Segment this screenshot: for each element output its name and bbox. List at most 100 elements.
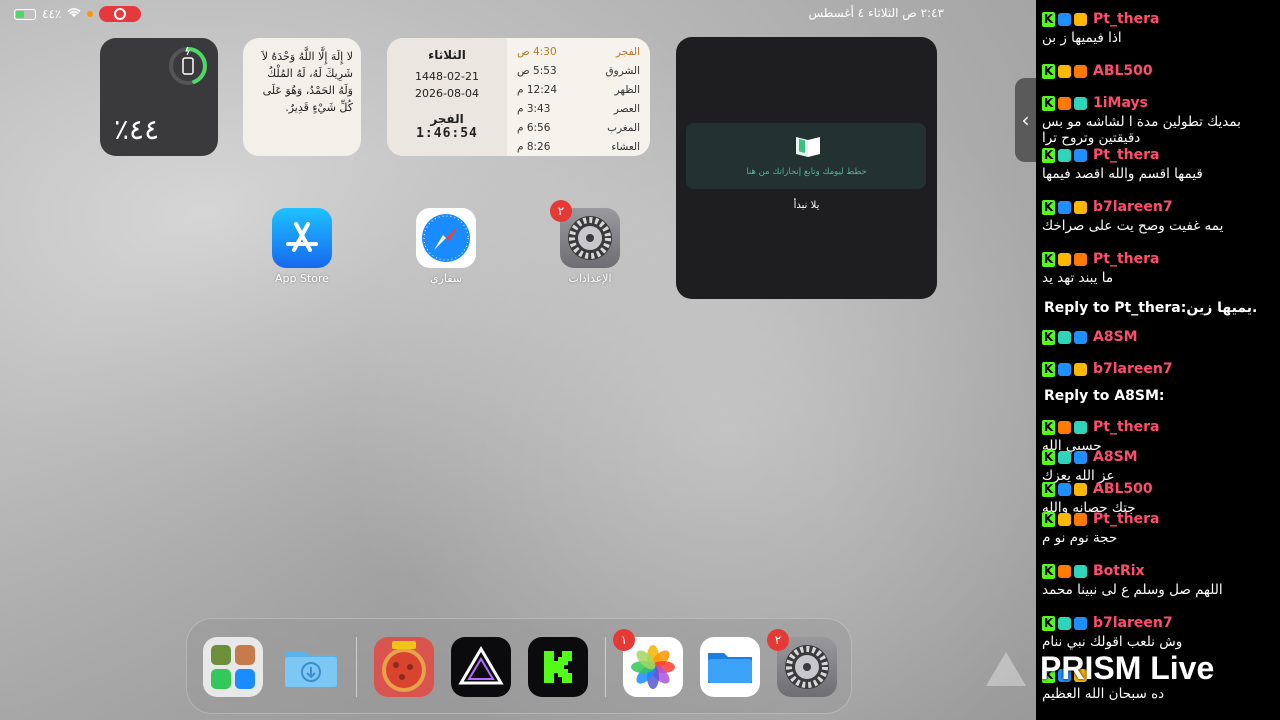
prayer-name: العصر xyxy=(613,102,640,115)
settings-app[interactable]: ٢ الإعدادات xyxy=(550,200,630,285)
kick-icon: K xyxy=(1042,449,1055,465)
chat-username[interactable]: Pt_thera xyxy=(1093,511,1159,527)
chat-message: Kb7lareen7 xyxy=(1042,358,1272,380)
battery-percent: ٤٤٪ xyxy=(42,7,62,21)
prism-watermark: PRISM Live xyxy=(986,650,1214,687)
status-left: ٤٤٪ xyxy=(14,6,142,22)
user-badge-icon xyxy=(1058,450,1071,464)
kick-icon: K xyxy=(1042,329,1055,345)
prism-live-icon[interactable] xyxy=(451,637,511,697)
hijri-date: 1448-02-21 xyxy=(415,70,479,83)
chat-username[interactable]: ABL500 xyxy=(1093,63,1153,79)
user-badge-icon xyxy=(1058,362,1071,376)
chat-username[interactable]: A8SM xyxy=(1093,449,1138,465)
chat-username[interactable]: Pt_thera xyxy=(1093,419,1159,435)
message-header: K 1iMays xyxy=(1042,92,1272,114)
pizza-game-icon[interactable] xyxy=(374,637,434,697)
chat-username[interactable]: Pt_thera xyxy=(1093,11,1159,27)
message-header: Kb7lareen7 xyxy=(1042,358,1272,380)
chat-username[interactable]: b7lareen7 xyxy=(1093,615,1173,631)
chat-text: ما يبند تهد يد xyxy=(1042,270,1114,286)
user-badge-icon xyxy=(1058,330,1071,344)
chat-username[interactable]: b7lareen7 xyxy=(1093,199,1173,215)
kick-icon: K xyxy=(1042,615,1055,631)
ipad-screen: ٤٤٪ ٢:٤٣ ص الثلاثاء ٤ أغسطس ٤٤٪ لا إِلَه… xyxy=(0,0,1036,720)
chat-text: بمديك تطولين مدة ا لشاشه مو بس دقيقتين و… xyxy=(1042,114,1241,146)
dhikr-widget[interactable]: لا إِلَهَ إِلَّا اللَّهُ وَحْدَهُ لاَ شَ… xyxy=(243,38,361,156)
user-badge-icon xyxy=(1058,252,1071,266)
chat-text: اللهم صل وسلم ع لى نبينا محمد xyxy=(1042,582,1223,598)
chat-username[interactable]: b7lareen7 xyxy=(1093,361,1173,377)
status-datetime: ٢:٤٣ ص الثلاثاء ٤ أغسطس xyxy=(808,6,945,20)
app-label: الإعدادات xyxy=(568,272,612,285)
message-header: K ABL500 xyxy=(1042,478,1272,500)
user-badge-icon xyxy=(1058,616,1071,630)
user-badge-icon xyxy=(1074,420,1087,434)
message-header: K ABL500 xyxy=(1042,60,1272,82)
kick-icon: K xyxy=(1042,419,1055,435)
dock-separator xyxy=(356,637,357,697)
chat-text: قيمها اقسم والله اقصد فيمها xyxy=(1042,166,1203,182)
chat-message: K A8SM xyxy=(1042,326,1272,348)
prayer-list: الفجر 4:30 ص الشروق 5:53 ص الظهر 12:24 م العصر… xyxy=(507,38,650,156)
kick-icon[interactable] xyxy=(528,637,588,697)
photos-icon[interactable]: ١ xyxy=(613,629,683,697)
user-badge-icon xyxy=(1074,64,1087,78)
kick-icon: K xyxy=(1042,481,1055,497)
message-header: K Pt_thera xyxy=(1042,8,1272,30)
chat-message: Kb7lareen7 يمه غفيت وصح يت على صراخك xyxy=(1042,196,1272,234)
chat-username[interactable]: A8SM xyxy=(1093,329,1138,345)
kick-icon: K xyxy=(1042,361,1055,377)
screen-record-indicator[interactable] xyxy=(99,6,142,22)
battery-icon xyxy=(14,8,36,20)
prayer-time: 5:53 ص xyxy=(517,64,557,77)
user-badge-icon xyxy=(1074,616,1087,630)
prayer-times-widget[interactable]: الثلاثاء 1448-02-21 2026-08-04 الفجر 1:4… xyxy=(387,38,650,156)
message-header: K A8SM xyxy=(1042,446,1272,468)
prayer-row: الظهر 12:24 م xyxy=(517,80,640,99)
message-header: Kb7lareen7 xyxy=(1042,612,1272,634)
user-badge-icon xyxy=(1074,200,1087,214)
chat-username[interactable]: ABL500 xyxy=(1093,481,1153,497)
prayer-time: 3:43 م xyxy=(517,102,551,115)
chat-username[interactable]: Pt_thera xyxy=(1093,147,1159,163)
kick-icon: K xyxy=(1042,11,1055,27)
dock-separator xyxy=(605,637,606,697)
settings-dock-icon[interactable]: ٢ xyxy=(767,629,837,697)
reply-line: Reply to A8SM: xyxy=(1044,388,1165,404)
planner-start-button[interactable]: يلا نبدأ xyxy=(676,200,937,211)
battery-widget[interactable]: ٤٤٪ xyxy=(100,38,218,156)
user-badge-icon xyxy=(1074,330,1087,344)
safari-app[interactable]: سفاري xyxy=(406,208,486,285)
app-store-app[interactable]: App Store xyxy=(262,208,342,285)
dock: ١ ٢ xyxy=(186,618,852,714)
user-badge-icon xyxy=(1058,200,1071,214)
settings-gear-icon: ٢ xyxy=(550,200,620,268)
safari-icon xyxy=(416,208,476,268)
downloads-folder-icon[interactable] xyxy=(281,637,341,697)
chat-message: K 1iMays بمديك تطولين مدة ا لشاشه مو بس دق… xyxy=(1042,92,1272,146)
sidebar-handle[interactable]: ‹ xyxy=(1015,78,1036,162)
chevron-left-icon: ‹ xyxy=(1021,108,1030,132)
planner-hint: خطط ليومك وتابع إنجازاتك من هنا xyxy=(746,167,867,177)
user-badge-icon xyxy=(1058,564,1071,578)
prayer-name: الشروق xyxy=(605,64,641,77)
chat-username[interactable]: 1iMays xyxy=(1093,95,1148,111)
prism-logo-icon xyxy=(986,651,1026,686)
files-icon[interactable] xyxy=(700,637,760,697)
planner-widget[interactable]: خطط ليومك وتابع إنجازاتك من هنا يلا نبدأ xyxy=(676,37,937,299)
next-prayer-countdown: 1:46:54 xyxy=(416,126,478,141)
chat-username[interactable]: Pt_thera xyxy=(1093,251,1159,267)
app-label: App Store xyxy=(274,272,330,285)
next-prayer-name: الفجر xyxy=(430,112,464,126)
prayer-time: 12:24 م xyxy=(517,83,558,96)
chat-message: K Pt_thera ما يبند تهد يد xyxy=(1042,248,1272,286)
chat-message: K ABL500 xyxy=(1042,60,1272,82)
battery-widget-percent: ٤٤٪ xyxy=(114,113,160,146)
user-badge-icon xyxy=(1074,362,1087,376)
user-badge-icon xyxy=(1058,96,1071,110)
user-badge-icon xyxy=(1074,12,1087,26)
chat-username[interactable]: BotRix xyxy=(1093,563,1145,579)
app-folder-icon[interactable] xyxy=(203,637,263,697)
notification-badge: ٢ xyxy=(767,629,789,651)
